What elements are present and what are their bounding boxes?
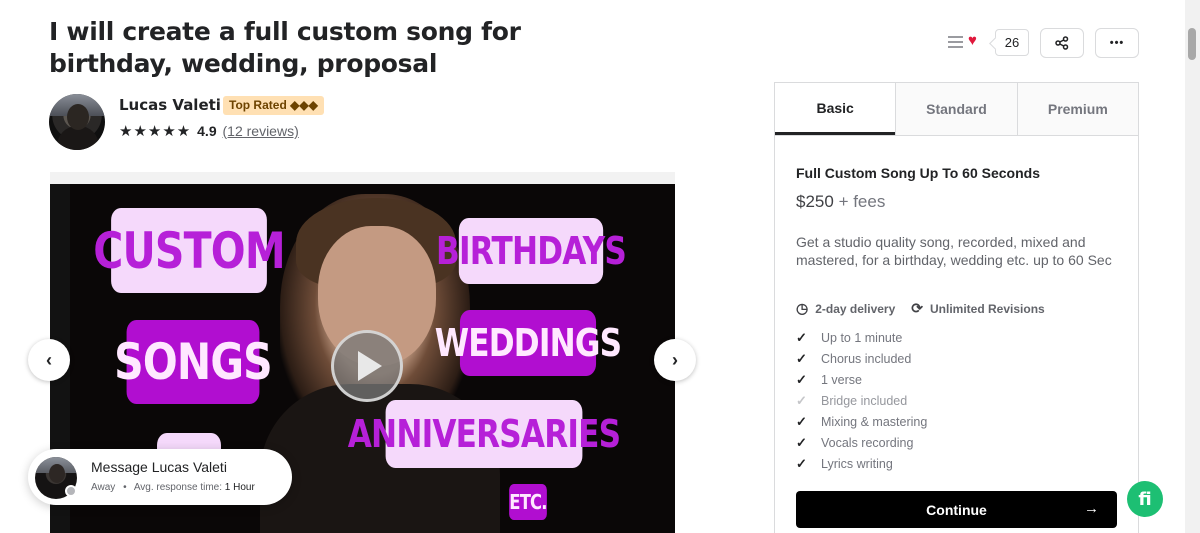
- feature-item: ✓ Vocals recording: [796, 432, 927, 453]
- delivery-time: 2-day delivery: [815, 301, 896, 316]
- chevron-right-icon: ›: [672, 349, 678, 370]
- check-icon: ✓: [796, 434, 807, 450]
- away-status-dot: [65, 485, 77, 497]
- gig-title: I will create a full custom song for bir…: [49, 17, 521, 78]
- more-icon: •••: [1109, 37, 1125, 49]
- feature-label: Mixing & mastering: [821, 414, 928, 429]
- arrow-right-icon: →: [1084, 500, 1099, 517]
- feature-item: ✓ Bridge included: [796, 390, 927, 411]
- collections-list-icon[interactable]: [948, 36, 963, 49]
- check-icon: ✓: [796, 350, 807, 366]
- feature-label: Vocals recording: [821, 435, 914, 450]
- tab-standard[interactable]: Standard: [895, 83, 1017, 135]
- clock-icon: ◷: [796, 300, 809, 316]
- more-options-button[interactable]: •••: [1095, 28, 1139, 58]
- birthdays-label: BIRTHDAYS: [436, 218, 627, 284]
- seller-rating: ★★★★★ 4.9 (12 reviews): [119, 122, 299, 140]
- check-icon: ✓: [796, 413, 807, 429]
- feature-item: ✓ Lyrics writing: [796, 453, 927, 474]
- gallery-prev-button[interactable]: ‹: [28, 339, 70, 381]
- feature-item: ✓ Up to 1 minute: [796, 327, 927, 348]
- anniversaries-label: ANNIVERSARIES: [348, 400, 621, 468]
- feature-item: ✓ 1 verse: [796, 369, 927, 390]
- rating-score: 4.9: [197, 123, 217, 139]
- chevron-left-icon: ‹: [46, 349, 52, 370]
- share-button[interactable]: [1040, 28, 1084, 58]
- media-top-strip: [50, 172, 675, 184]
- feature-label: 1 verse: [821, 372, 862, 387]
- message-seller-status: Away • Avg. response time: 1 Hour: [91, 482, 255, 493]
- etc-label: ETC.: [509, 484, 548, 520]
- package-tabs: Basic Standard Premium: [775, 83, 1138, 136]
- avatar-head: [49, 464, 65, 483]
- continue-button[interactable]: Continue →: [796, 491, 1117, 528]
- avatar-head: [67, 104, 89, 130]
- continue-label: Continue: [926, 501, 987, 518]
- share-icon: [1055, 36, 1069, 50]
- top-rated-badge: Top Rated ◆◆◆: [223, 96, 324, 115]
- feature-label: Chorus included: [821, 351, 912, 366]
- package-features: ✓ Up to 1 minute ✓ Chorus included ✓ 1 vers…: [796, 327, 927, 474]
- package-panel: Basic Standard Premium Full Custom Song …: [774, 82, 1139, 533]
- response-time-value: 1 Hour: [224, 482, 255, 493]
- songs-label: SONGS: [114, 320, 273, 404]
- fiverr-help-button[interactable]: fi: [1127, 481, 1163, 517]
- price-fees: + fees: [838, 192, 886, 211]
- tab-premium[interactable]: Premium: [1016, 83, 1138, 135]
- check-icon: ✓: [796, 329, 807, 345]
- feature-item: ✓ Chorus included: [796, 348, 927, 369]
- star-rating-icon: ★★★★★: [119, 123, 192, 140]
- feature-label: Bridge included: [821, 393, 908, 408]
- seller-avatar[interactable]: [49, 94, 105, 150]
- seller-name[interactable]: Lucas Valeti: [119, 96, 221, 114]
- check-disabled-icon: ✓: [796, 392, 807, 408]
- tab-basic[interactable]: Basic: [775, 83, 896, 135]
- save-count: 26: [995, 29, 1029, 56]
- play-button[interactable]: [331, 330, 403, 402]
- check-icon: ✓: [796, 455, 807, 471]
- message-seller-title: Message Lucas Valeti: [91, 459, 227, 475]
- message-seller-bubble[interactable]: Message Lucas Valeti Away • Avg. respons…: [28, 449, 292, 505]
- package-title: Full Custom Song Up To 60 Seconds: [796, 165, 1040, 181]
- weddings-label: WEDDINGS: [435, 310, 622, 376]
- feature-label: Lyrics writing: [821, 456, 893, 471]
- revisions: Unlimited Revisions: [930, 301, 1045, 316]
- feature-item: ✓ Mixing & mastering: [796, 411, 927, 432]
- page-scrollbar[interactable]: [1185, 0, 1200, 533]
- response-time-label: Avg. response time:: [133, 482, 223, 493]
- play-icon: [358, 351, 382, 381]
- price-amount: $250: [796, 192, 834, 211]
- custom-label: CUSTOM: [93, 208, 286, 293]
- gallery-next-button[interactable]: ›: [654, 339, 696, 381]
- status-separator: •: [123, 482, 127, 493]
- package-price: $250 + fees: [796, 192, 885, 212]
- package-description: Get a studio quality song, recorded, mix…: [796, 234, 1112, 268]
- revisions-icon: ⟳: [911, 300, 923, 316]
- scrollbar-thumb[interactable]: [1188, 28, 1196, 60]
- feature-label: Up to 1 minute: [821, 330, 903, 345]
- check-icon: ✓: [796, 371, 807, 387]
- package-meta: ◷ 2-day delivery ⟳ Unlimited Revisions: [796, 300, 1045, 317]
- gig-page: I will create a full custom song for bir…: [0, 0, 1200, 533]
- reviews-link[interactable]: (12 reviews): [223, 123, 299, 139]
- away-status: Away: [91, 482, 116, 493]
- heart-icon[interactable]: ♥: [968, 32, 977, 49]
